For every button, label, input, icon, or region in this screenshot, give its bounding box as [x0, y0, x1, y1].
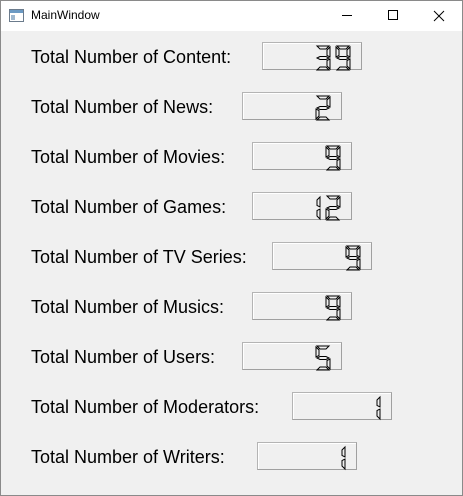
- lcd-digit: [315, 345, 331, 371]
- lcd-segment: [315, 66, 331, 71]
- app-window-icon: [9, 9, 24, 22]
- lcd-segment: [341, 458, 346, 471]
- tv-series-count-lcd: [272, 242, 372, 271]
- lcd-segment: [356, 245, 361, 258]
- lcd-segment: [325, 156, 341, 160]
- lcd-segment: [315, 45, 331, 50]
- window-title: MainWindow: [31, 8, 100, 22]
- lcd-segment: [345, 245, 350, 258]
- lcd-segment: [315, 95, 331, 100]
- lcd-segment: [335, 45, 351, 50]
- lcd-segment: [325, 295, 341, 300]
- lcd-segment: [315, 366, 331, 371]
- close-button[interactable]: [416, 1, 462, 31]
- lcd-segment: [315, 56, 331, 60]
- lcd-digit: [316, 195, 321, 221]
- lcd-segment: [345, 266, 361, 271]
- lcd-segment: [316, 208, 321, 221]
- movies-count-label: Total Number of Movies:: [31, 147, 226, 167]
- lcd-digit: [325, 295, 341, 321]
- lcd-display: [341, 445, 346, 471]
- lcd-digit: [335, 45, 351, 71]
- lcd-segment: [315, 116, 331, 121]
- games-count-lcd: [252, 192, 352, 221]
- lcd-digit: [341, 445, 346, 471]
- lcd-digit: [325, 145, 341, 171]
- lcd-segment: [336, 158, 341, 171]
- news-count-lcd: [242, 92, 342, 121]
- lcd-segment: [376, 395, 381, 408]
- maximize-button[interactable]: [370, 1, 416, 31]
- lcd-segment: [341, 445, 346, 458]
- lcd-segment: [315, 345, 320, 358]
- minimize-icon: [342, 15, 352, 16]
- maximize-icon: [388, 10, 398, 20]
- lcd-segment: [315, 108, 320, 121]
- lcd-segment: [356, 258, 361, 271]
- lcd-segment: [326, 45, 331, 58]
- content-count-lcd: [262, 42, 362, 71]
- musics-count-lcd: [252, 292, 352, 321]
- lcd-digit: [345, 245, 361, 271]
- lcd-segment: [346, 45, 351, 58]
- lcd-segment: [325, 145, 341, 150]
- lcd-segment: [335, 45, 340, 58]
- lcd-display: [316, 195, 341, 221]
- lcd-digit: [315, 45, 331, 71]
- lcd-segment: [326, 95, 331, 108]
- lcd-segment: [336, 308, 341, 321]
- lcd-segment: [325, 206, 341, 210]
- minimize-button[interactable]: [324, 1, 370, 31]
- lcd-segment: [326, 358, 331, 371]
- lcd-segment: [326, 58, 331, 71]
- lcd-segment: [325, 316, 341, 321]
- lcd-display: [315, 345, 331, 371]
- news-count-label: Total Number of News:: [31, 97, 214, 117]
- moderators-count-lcd: [292, 392, 392, 421]
- lcd-segment: [346, 58, 351, 71]
- lcd-segment: [376, 408, 381, 421]
- content-count-label: Total Number of Content:: [31, 47, 232, 67]
- lcd-segment: [345, 245, 361, 250]
- close-icon: [433, 10, 445, 22]
- lcd-display: [325, 145, 341, 171]
- lcd-segment: [336, 145, 341, 158]
- lcd-digit: [376, 395, 381, 421]
- moderators-count-label: Total Number of Moderators:: [31, 397, 260, 417]
- lcd-display: [315, 45, 351, 71]
- users-count-lcd: [242, 342, 342, 371]
- games-count-label: Total Number of Games:: [31, 197, 227, 217]
- lcd-display: [345, 245, 361, 271]
- lcd-segment: [325, 145, 330, 158]
- users-count-label: Total Number of Users:: [31, 347, 216, 367]
- lcd-segment: [335, 56, 351, 60]
- writers-count-label: Total Number of Writers:: [31, 447, 225, 467]
- lcd-display: [376, 395, 381, 421]
- lcd-segment: [336, 295, 341, 308]
- tv-series-count-label: Total Number of TV Series:: [31, 247, 247, 267]
- lcd-segment: [325, 166, 341, 171]
- lcd-segment: [325, 306, 341, 310]
- lcd-segment: [336, 195, 341, 208]
- lcd-segment: [316, 195, 321, 208]
- lcd-segment: [325, 208, 330, 221]
- lcd-segment: [345, 256, 361, 260]
- lcd-display: [325, 295, 341, 321]
- lcd-segment: [315, 106, 331, 110]
- movies-count-lcd: [252, 142, 352, 171]
- writers-count-lcd: [257, 442, 357, 471]
- musics-count-label: Total Number of Musics:: [31, 297, 225, 317]
- lcd-segment: [315, 356, 331, 360]
- lcd-segment: [315, 345, 331, 350]
- title-bar[interactable]: MainWindow: [1, 1, 462, 31]
- lcd-digit: [325, 195, 341, 221]
- lcd-segment: [335, 66, 351, 71]
- lcd-segment: [325, 195, 341, 200]
- lcd-segment: [325, 295, 330, 308]
- lcd-digit: [315, 95, 331, 121]
- main-window: MainWindow Total Number of Content: Tota…: [0, 0, 463, 496]
- lcd-display: [315, 95, 331, 121]
- lcd-segment: [325, 216, 341, 221]
